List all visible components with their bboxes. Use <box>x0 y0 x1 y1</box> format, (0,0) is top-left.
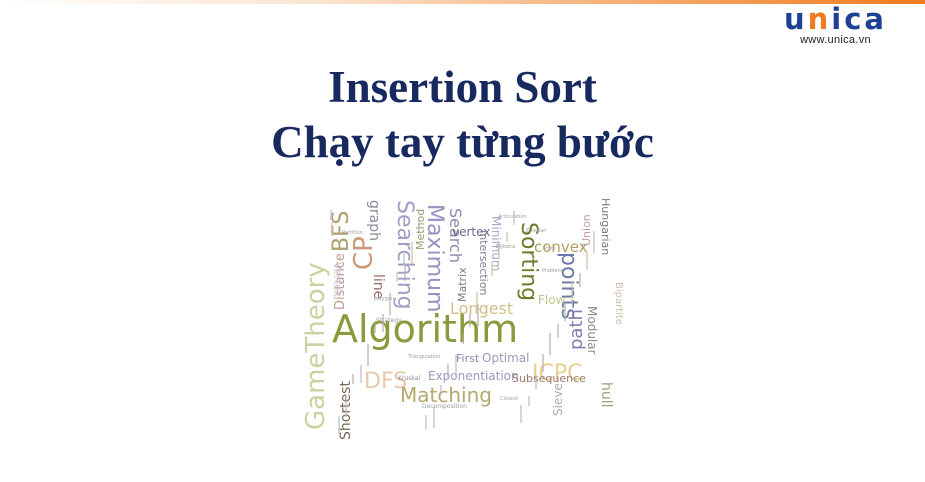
cloud-filler-mark <box>352 374 354 384</box>
cloud-word: Vertex <box>331 262 344 298</box>
cloud-word: Flow <box>538 293 566 307</box>
cloud-filler-mark <box>571 282 573 304</box>
cloud-filler-mark <box>542 354 544 372</box>
slide-title-line1: Insertion Sort <box>328 62 597 112</box>
cloud-filler-mark <box>557 324 559 338</box>
cloud-word: hull <box>598 382 614 408</box>
cloud-word: Method <box>414 209 427 250</box>
cloud-word: Articulation <box>498 214 527 220</box>
cloud-filler-mark <box>593 231 595 253</box>
cloud-word: Exponentiation <box>428 369 519 383</box>
cloud-word: Strategy <box>376 317 402 324</box>
cloud-filler-mark <box>535 375 537 389</box>
word-cloud-svg: AlgorithmGameTheorySortingSearching Maxim… <box>301 198 624 440</box>
cloud-filler-mark <box>433 406 435 428</box>
cloud-filler-mark <box>506 232 508 242</box>
cloud-word: Hungarian <box>599 198 612 255</box>
cloud-filler-mark <box>404 263 406 281</box>
cloud-word: Sieve <box>551 383 565 416</box>
cloud-filler-mark <box>425 415 427 429</box>
cloud-filler-mark <box>411 242 413 264</box>
cloud-word: Eulerian <box>526 228 546 234</box>
cloud-word: Triangulation <box>407 354 440 360</box>
cloud-filler-mark <box>484 283 486 293</box>
cloud-word: Matrix <box>456 267 469 302</box>
cloud-word: Modular <box>585 306 599 355</box>
cloud-word: Bipartite <box>613 282 624 325</box>
cloud-word: Decomposition <box>422 403 467 410</box>
cloud-filler-mark <box>549 333 551 355</box>
word-cloud-image: Algorithm GameTheory Sorting Searching Maxim… <box>300 190 630 445</box>
cloud-filler-mark <box>586 252 588 270</box>
cloud-filler-mark <box>382 314 384 332</box>
cloud-word: Partition <box>342 230 363 236</box>
cloud-filler-mark <box>403 251 405 265</box>
cloud-filler-mark <box>462 334 464 344</box>
cloud-word: graph <box>366 200 382 241</box>
cloud-filler-mark <box>498 241 500 259</box>
cloud-filler-mark <box>579 273 581 287</box>
cloud-filler-mark <box>389 293 391 315</box>
cloud-word: Optimal <box>482 351 529 365</box>
unica-logo[interactable]: unica www.unica.vn <box>784 2 887 46</box>
cloud-filler-mark <box>418 221 420 231</box>
slide-title-line2: Chạy tay từng bước <box>271 117 654 167</box>
cloud-filler-mark <box>345 395 347 417</box>
cloud-filler-mark <box>338 416 340 434</box>
cloud-filler-mark <box>360 365 362 383</box>
logo-wordmark: unica <box>783 2 887 36</box>
cloud-filler-mark <box>469 313 471 327</box>
cloud-filler-mark <box>367 344 369 366</box>
cloud-word: Prim <box>544 246 555 252</box>
cloud-filler-mark <box>564 303 566 321</box>
cloud-filler-mark <box>331 222 333 236</box>
cloud-word: CP <box>349 236 379 270</box>
cloud-word: First <box>456 352 480 365</box>
cloud-filler-mark <box>330 210 332 220</box>
cloud-filler-mark <box>455 355 457 377</box>
cloud-filler-mark <box>477 304 479 326</box>
cloud-filler-mark <box>440 385 442 395</box>
cloud-word: Union <box>580 214 593 246</box>
cloud-filler-mark <box>520 405 522 423</box>
cloud-word: path <box>566 309 587 350</box>
cloud-word: Kruskal <box>398 375 420 382</box>
cloud-word: GameTheory <box>301 262 331 430</box>
cloud-word: Intersection <box>477 230 490 295</box>
cloud-filler-mark <box>528 396 530 406</box>
cloud-word: Closest <box>500 396 518 402</box>
cloud-filler-mark <box>491 262 493 276</box>
cloud-filler-mark <box>396 272 398 282</box>
cloud-filler-mark <box>447 364 449 378</box>
cloud-word: Subsequence <box>512 372 586 385</box>
cloud-word: Problem <box>542 268 563 274</box>
cloud-filler-mark <box>374 323 376 333</box>
cloud-filler-mark <box>513 211 515 225</box>
